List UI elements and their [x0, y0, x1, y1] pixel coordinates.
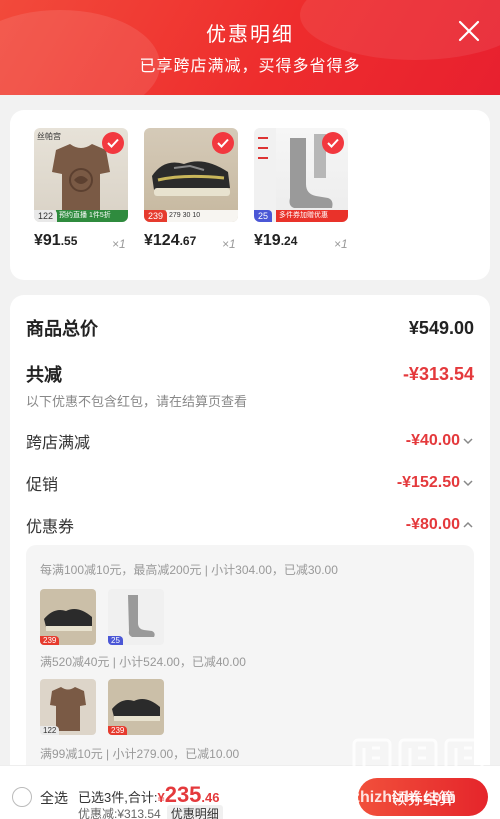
row-value: -¥152.50 [396, 474, 460, 491]
discount-detail-button[interactable]: 优惠明细 [166, 805, 223, 819]
product-qty: ×1 [112, 237, 126, 251]
header: 优惠明细 已享跨店满减，买得多省得多 [0, 0, 500, 95]
selected-count-text: 已选3件,合计: [78, 790, 158, 805]
detail-row-coupon[interactable]: 优惠券 -¥80.00 [26, 513, 474, 537]
row-label: 优惠券 [26, 519, 75, 536]
product-price: ¥19.24 [254, 232, 298, 249]
promo-strip: 预约直播 1件5折 [56, 210, 128, 222]
product-image[interactable]: 279 30 10 239 [144, 128, 238, 222]
checkout-bar: 全选 已选3件,合计: ¥ 235 .46 优惠减:¥313.54 优惠明细 领… [0, 765, 500, 819]
coupon-product-image[interactable]: 25 [108, 589, 164, 645]
detail-row-cross-store[interactable]: 跨店满减 -¥40.00 [26, 429, 474, 453]
coupon-rule: 满520减40元 | 小计524.00，已减40.00 [40, 655, 246, 669]
price-badge: 239 [40, 636, 60, 645]
brand-mark: 丝帕宫 [37, 132, 61, 141]
product-price: ¥124.67 [144, 232, 197, 249]
coupon-product-image[interactable]: 122 [40, 679, 96, 735]
saved-amount: 优惠减:¥313.54 [78, 807, 161, 819]
price-badge: 122 [34, 210, 58, 222]
select-all-label[interactable]: 全选 [40, 788, 68, 808]
chevron-up-icon[interactable] [462, 519, 474, 531]
row-value: -¥80.00 [405, 516, 460, 533]
product-item[interactable]: 丝帕宫 预约直播 1件5折 122 [34, 128, 130, 222]
row-value: -¥40.00 [405, 432, 460, 449]
price-badge: 25 [254, 210, 273, 222]
discount-note: 以下优惠不包含红包，请在结算页查看 [26, 394, 248, 409]
price-badge: 122 [40, 726, 60, 735]
checked-icon[interactable] [102, 132, 124, 154]
detail-row-promotion[interactable]: 促销 -¥152.50 [26, 471, 474, 495]
product-list: 丝帕宫 预约直播 1件5折 122 ¥91.55 ×1 279 30 10 23… [10, 110, 490, 280]
total-amount-decimal: .46 [201, 790, 220, 805]
coupon-product-image[interactable]: 239 [108, 679, 164, 735]
total-label: 商品总价 [26, 319, 98, 339]
price-badge: 239 [144, 210, 168, 222]
page-subtitle: 已享跨店满减，买得多省得多 [139, 58, 361, 75]
checked-icon[interactable] [322, 132, 344, 154]
discount-value: -¥313.54 [402, 363, 474, 384]
promo-strip: 多件券加赠优惠 [276, 210, 348, 222]
saved-summary: 优惠减:¥313.54 优惠明细 [78, 805, 223, 819]
coupon-rule: 满99减10元 | 小计279.00，已减10.00 [40, 747, 240, 761]
product-qty: ×1 [222, 237, 236, 251]
product-image[interactable]: 多件券加赠优惠 25 [254, 128, 348, 222]
product-price: ¥91.55 [34, 232, 78, 249]
total-value: ¥549.00 [408, 317, 474, 338]
row-label: 促销 [26, 477, 59, 494]
discount-row: 共减 -¥313.54 [26, 361, 474, 387]
price-badge: 239 [108, 726, 128, 735]
coupon-product-image[interactable]: 239 [40, 589, 96, 645]
chevron-down-icon[interactable] [462, 435, 474, 447]
total-row: 商品总价 ¥549.00 [26, 315, 474, 341]
coupon-rule: 每满100减10元，最高减200元 | 小计304.00，已减30.00 [40, 563, 338, 577]
row-label: 跨店满减 [26, 435, 91, 452]
select-all-radio[interactable] [12, 787, 32, 807]
checkout-button[interactable]: 领券结算 [358, 778, 488, 816]
product-image[interactable]: 丝帕宫 预约直播 1件5折 122 [34, 128, 128, 222]
promo-strip: 279 30 10 [166, 210, 238, 222]
price-badge: 25 [108, 636, 123, 645]
product-item[interactable]: 279 30 10 239 [144, 128, 240, 222]
product-item[interactable]: 多件券加赠优惠 25 [254, 128, 350, 222]
chevron-down-icon[interactable] [462, 477, 474, 489]
discount-label: 共减 [26, 365, 62, 385]
discount-summary: 商品总价 ¥549.00 共减 -¥313.54 以下优惠不包含红包，请在结算页… [10, 295, 490, 815]
close-icon[interactable] [456, 18, 482, 44]
page-title: 优惠明细 [206, 24, 294, 46]
product-qty: ×1 [334, 237, 348, 251]
currency-symbol: ¥ [157, 790, 165, 805]
checked-icon[interactable] [212, 132, 234, 154]
